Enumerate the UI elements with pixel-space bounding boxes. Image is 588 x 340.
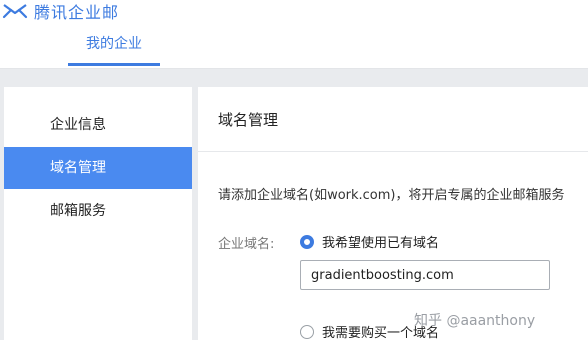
- radio-selected-icon[interactable]: [300, 234, 314, 249]
- page: 腾讯企业邮 我的企业 企业信息 域名管理 邮箱服务 域名管理 请添加企业域名(如…: [0, 0, 588, 340]
- option-existing-domain-label: 我希望使用已有域名: [322, 236, 440, 251]
- option-existing-domain[interactable]: 我希望使用已有域名: [300, 232, 439, 251]
- main-panel: 域名管理 请添加企业域名(如work.com)，将开启专属的企业邮箱服务 企业域…: [198, 87, 588, 340]
- radio-unselected-icon[interactable]: [300, 324, 314, 339]
- brand[interactable]: 腾讯企业邮: [2, 0, 119, 22]
- page-title: 域名管理: [218, 111, 279, 129]
- domain-description: 请添加企业域名(如work.com)，将开启专属的企业邮箱服务: [218, 188, 565, 203]
- domain-input[interactable]: [300, 260, 550, 290]
- sidebar: 企业信息 域名管理 邮箱服务: [4, 87, 192, 340]
- top-header: 腾讯企业邮 我的企业: [0, 0, 588, 69]
- watermark: 知乎 @aaanthony: [414, 313, 536, 329]
- domain-field-label: 企业域名:: [218, 237, 275, 252]
- sidebar-item-domain-management[interactable]: 域名管理: [4, 147, 192, 189]
- active-tab-indicator: [68, 63, 160, 66]
- sidebar-item-mailbox-service[interactable]: 邮箱服务: [4, 190, 192, 232]
- tab-my-enterprise[interactable]: 我的企业: [68, 22, 160, 66]
- divider: [198, 151, 588, 152]
- brand-name: 腾讯企业邮: [34, 3, 120, 22]
- tencent-mail-logo-icon: [2, 4, 28, 19]
- sidebar-item-enterprise-info[interactable]: 企业信息: [4, 104, 192, 146]
